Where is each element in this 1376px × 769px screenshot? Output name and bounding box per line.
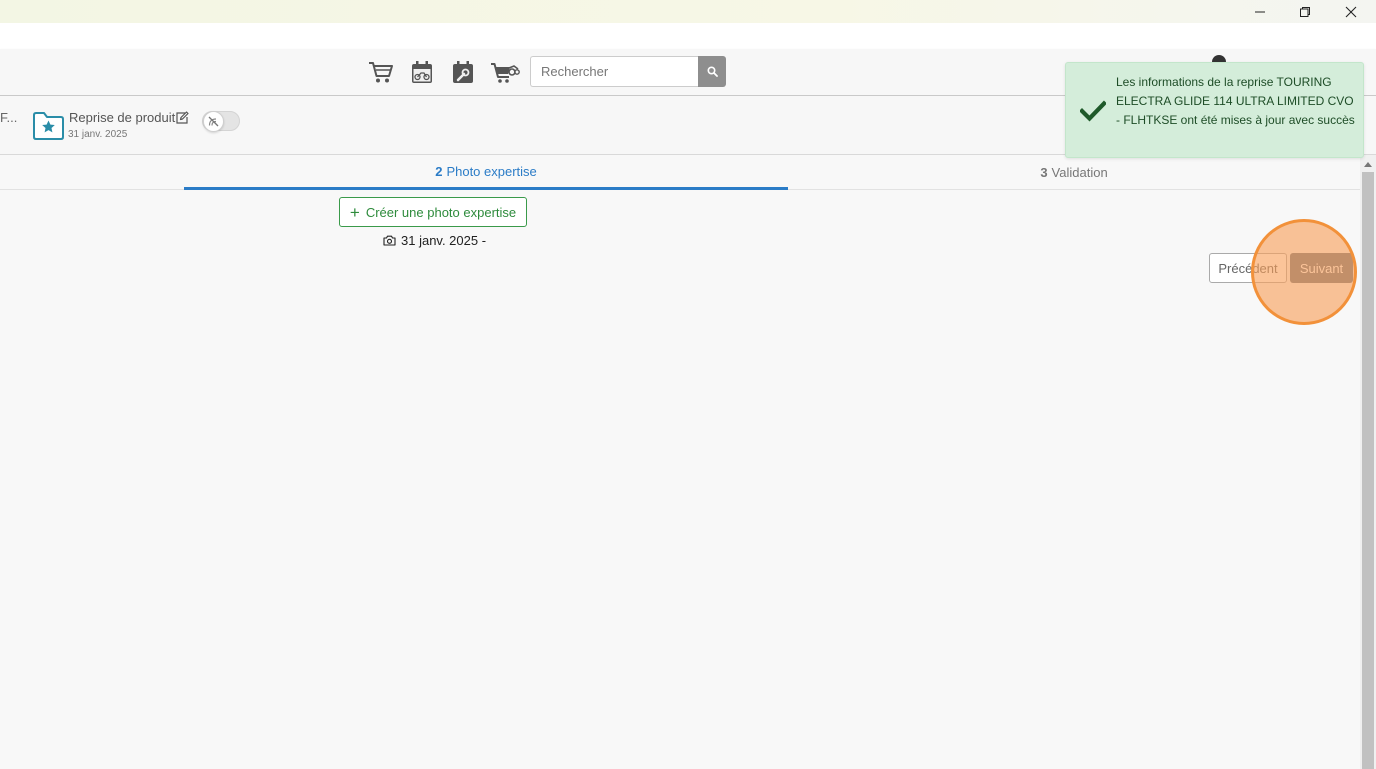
motorcycle-calendar-icon[interactable] bbox=[407, 57, 437, 87]
scroll-up-arrow-icon[interactable] bbox=[1362, 158, 1374, 170]
motorcycle-cart-icon[interactable] bbox=[490, 57, 520, 87]
create-button-label: Créer une photo expertise bbox=[365, 204, 517, 220]
step-photo-expertise[interactable]: 2 Photo expertise bbox=[184, 155, 788, 190]
document-date: 31 janv. 2025 bbox=[68, 129, 128, 140]
status-toggle[interactable] bbox=[202, 111, 240, 132]
search-button[interactable] bbox=[698, 56, 726, 87]
search-icon bbox=[706, 66, 718, 77]
cart-icon[interactable] bbox=[366, 57, 396, 87]
next-button[interactable]: Suivant bbox=[1290, 253, 1353, 283]
minimize-icon[interactable] bbox=[1237, 0, 1283, 23]
search-input[interactable] bbox=[530, 56, 698, 87]
step-number: 2 bbox=[435, 163, 443, 179]
no-signal-icon bbox=[203, 111, 224, 132]
wrench-calendar-icon[interactable] bbox=[448, 57, 478, 87]
camera-icon bbox=[383, 235, 396, 246]
checkmark-icon bbox=[1080, 100, 1106, 122]
photo-entry[interactable]: 31 janv. 2025 - bbox=[383, 233, 486, 248]
create-photo-expertise-button[interactable]: + Créer une photo expertise bbox=[339, 197, 527, 227]
photo-entry-text: 31 janv. 2025 - bbox=[401, 233, 487, 248]
previous-button[interactable]: Précédent bbox=[1209, 253, 1287, 283]
browser-strip bbox=[0, 23, 1376, 49]
document-title[interactable]: Reprise de produit bbox=[69, 110, 175, 125]
wizard-steps: 2 Photo expertise 3 Validation bbox=[0, 155, 1360, 190]
close-icon[interactable] bbox=[1328, 0, 1374, 23]
toast-message: Les informations de la reprise TOURING E… bbox=[1116, 75, 1355, 127]
star-folder-icon[interactable] bbox=[32, 110, 65, 141]
success-toast[interactable]: Les informations de la reprise TOURING E… bbox=[1065, 62, 1364, 158]
restore-icon[interactable] bbox=[1282, 0, 1328, 23]
window-titlebar bbox=[0, 0, 1376, 23]
step-number: 3 bbox=[1040, 165, 1048, 180]
edit-icon[interactable] bbox=[175, 111, 189, 125]
truncated-breadcrumb[interactable]: F... bbox=[0, 110, 17, 125]
step-label: Photo expertise bbox=[446, 163, 537, 179]
step-validation[interactable]: 3 Validation bbox=[788, 155, 1360, 190]
scrollbar-thumb[interactable] bbox=[1362, 172, 1374, 769]
plus-icon: + bbox=[349, 202, 360, 222]
step-label: Validation bbox=[1051, 165, 1108, 180]
